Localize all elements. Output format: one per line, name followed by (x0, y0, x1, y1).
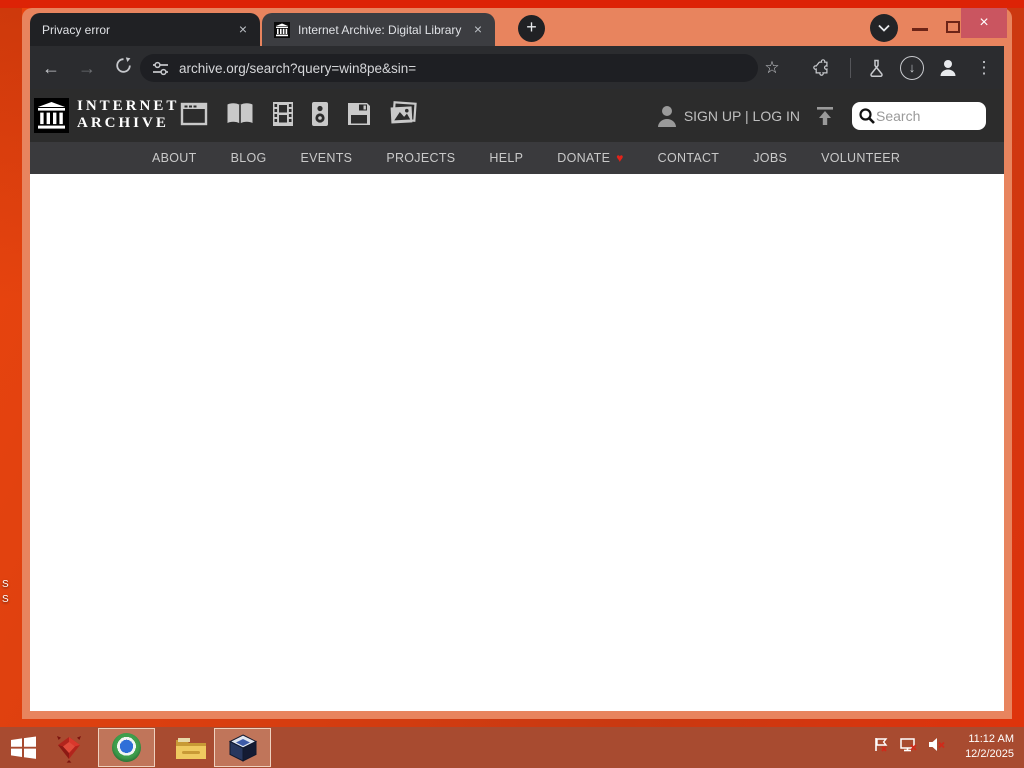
video-icon[interactable] (272, 101, 294, 127)
heart-icon: ♥ (616, 151, 624, 165)
download-icon: ↓ (900, 56, 924, 80)
file-explorer-icon (176, 737, 206, 759)
tab-close-icon[interactable]: × (234, 21, 252, 39)
nav-label: HELP (489, 151, 524, 165)
nav-item-help[interactable]: HELP (489, 151, 523, 165)
desktop-stripe (0, 0, 1024, 8)
nav-item-donate[interactable]: DONATE ♥ (557, 151, 623, 165)
tab-internet-archive[interactable]: Internet Archive: Digital Library × (262, 13, 495, 46)
toolbar-separator (850, 58, 851, 78)
software-icon[interactable] (346, 101, 372, 127)
images-icon[interactable] (389, 101, 417, 127)
browser-window: Privacy error × Internet Archive: Digita… (22, 8, 1012, 719)
labs-flask-icon[interactable] (862, 54, 890, 82)
clock-date: 12/2/2025 (965, 748, 1014, 760)
profile-avatar[interactable] (934, 54, 962, 82)
browser-toolbar: ← → archive.org/search?query=win8pe&sin=… (30, 46, 1004, 89)
nav-item-projects[interactable]: PROJECTS (386, 151, 455, 165)
nav-item-about[interactable]: ABOUT (152, 151, 197, 165)
internet-archive-header: INTERNET ARCHIVE SIGN UP | LOG IN Search (30, 89, 1004, 142)
search-icon (859, 107, 875, 124)
nav-label: DONATE (557, 151, 611, 165)
tab-strip: Privacy error × Internet Archive: Digita… (22, 8, 1012, 46)
volume-muted-icon[interactable] (927, 736, 946, 753)
site-nav: ABOUT BLOG EVENTS PROJECTS HELP DONATE ♥… (30, 142, 1004, 174)
close-button[interactable]: × (961, 8, 1007, 38)
nav-label: EVENTS (300, 151, 353, 165)
person-icon (657, 105, 676, 127)
nav-item-blog[interactable]: BLOG (231, 151, 267, 165)
windows-logo-icon (10, 736, 36, 759)
media-type-icons (180, 101, 417, 127)
nav-item-volunteer[interactable]: VOLUNTEER (821, 151, 900, 165)
nav-item-jobs[interactable]: JOBS (753, 151, 787, 165)
texts-icon[interactable] (225, 101, 255, 127)
clock-time: 11:12 AM (968, 733, 1014, 745)
red-app-icon (57, 735, 81, 763)
site-title[interactable]: INTERNET ARCHIVE (77, 98, 179, 132)
taskbar-virtualbox-button[interactable] (214, 728, 271, 767)
desktop-shading (0, 0, 22, 300)
nav-label: CONTACT (657, 151, 720, 165)
nav-label: BLOG (230, 151, 267, 165)
site-settings-icon (153, 61, 168, 75)
desktop-icon-label-fragment: S (2, 594, 9, 605)
upload-icon[interactable] (814, 105, 836, 127)
internet-archive-favicon (274, 21, 290, 38)
header-right: SIGN UP | LOG IN (656, 89, 986, 142)
system-tray (873, 736, 946, 753)
extensions-icon[interactable] (808, 54, 836, 82)
action-center-flag-icon[interactable] (873, 736, 890, 753)
forward-button[interactable]: → (74, 55, 100, 81)
taskbar-chrome-button[interactable] (98, 728, 155, 767)
site-title-line2: ARCHIVE (77, 115, 169, 131)
page-content-blank (30, 174, 1004, 711)
nav-label: JOBS (753, 151, 788, 165)
reload-icon (115, 57, 131, 73)
minimize-button[interactable] (912, 28, 928, 31)
flask-icon (869, 59, 883, 77)
browser-inner: ← → archive.org/search?query=win8pe&sin=… (30, 46, 1004, 711)
puzzle-icon (813, 59, 828, 76)
webpage: INTERNET ARCHIVE SIGN UP | LOG IN Search… (30, 89, 1004, 711)
nav-item-events[interactable]: EVENTS (301, 151, 353, 165)
site-search-box[interactable] (852, 101, 986, 130)
chrome-icon (112, 733, 141, 762)
downloads-button[interactable]: ↓ (898, 54, 926, 82)
web-icon[interactable] (180, 101, 208, 127)
tab-close-icon[interactable]: × (469, 21, 487, 39)
taskbar-clock[interactable]: 11:12 AM 12/2/2025 (965, 732, 1014, 762)
site-title-line1: INTERNET (77, 98, 180, 114)
url-text: archive.org/search?query=win8pe&sin= (179, 60, 417, 76)
new-tab-button[interactable]: + (518, 15, 545, 42)
nav-label: ABOUT (152, 151, 197, 165)
address-bar[interactable]: archive.org/search?query=win8pe&sin= (140, 54, 758, 82)
start-button[interactable] (0, 728, 46, 767)
virtualbox-icon (228, 733, 257, 762)
maximize-button[interactable] (946, 21, 960, 33)
avatar-icon (940, 60, 956, 76)
browser-menu-button[interactable]: ⋮ (970, 54, 998, 82)
nav-item-contact[interactable]: CONTACT (658, 151, 720, 165)
taskbar-red-app-button[interactable] (46, 728, 92, 767)
tab-title: Internet Archive: Digital Library (298, 22, 462, 37)
tab-search-button[interactable] (870, 14, 898, 42)
nav-label: VOLUNTEER (821, 151, 901, 165)
reload-button[interactable] (110, 55, 136, 81)
tab-privacy-error[interactable]: Privacy error × (30, 13, 260, 46)
desktop-icon-label-fragment: S (2, 579, 9, 590)
tab-title: Privacy error (42, 22, 111, 37)
bookmark-star-icon[interactable]: ☆ (758, 54, 786, 82)
network-disconnected-icon[interactable] (899, 736, 918, 753)
taskbar: 11:12 AM 12/2/2025 (0, 727, 1024, 768)
site-search-input[interactable] (876, 107, 972, 124)
chevron-down-icon (878, 24, 890, 32)
audio-icon[interactable] (311, 101, 329, 127)
signup-login-link[interactable]: SIGN UP | LOG IN (684, 108, 800, 124)
nav-label: PROJECTS (386, 151, 456, 165)
taskbar-file-explorer-button[interactable] (168, 728, 214, 767)
internet-archive-logo[interactable] (34, 98, 69, 133)
back-button[interactable]: ← (38, 55, 64, 81)
